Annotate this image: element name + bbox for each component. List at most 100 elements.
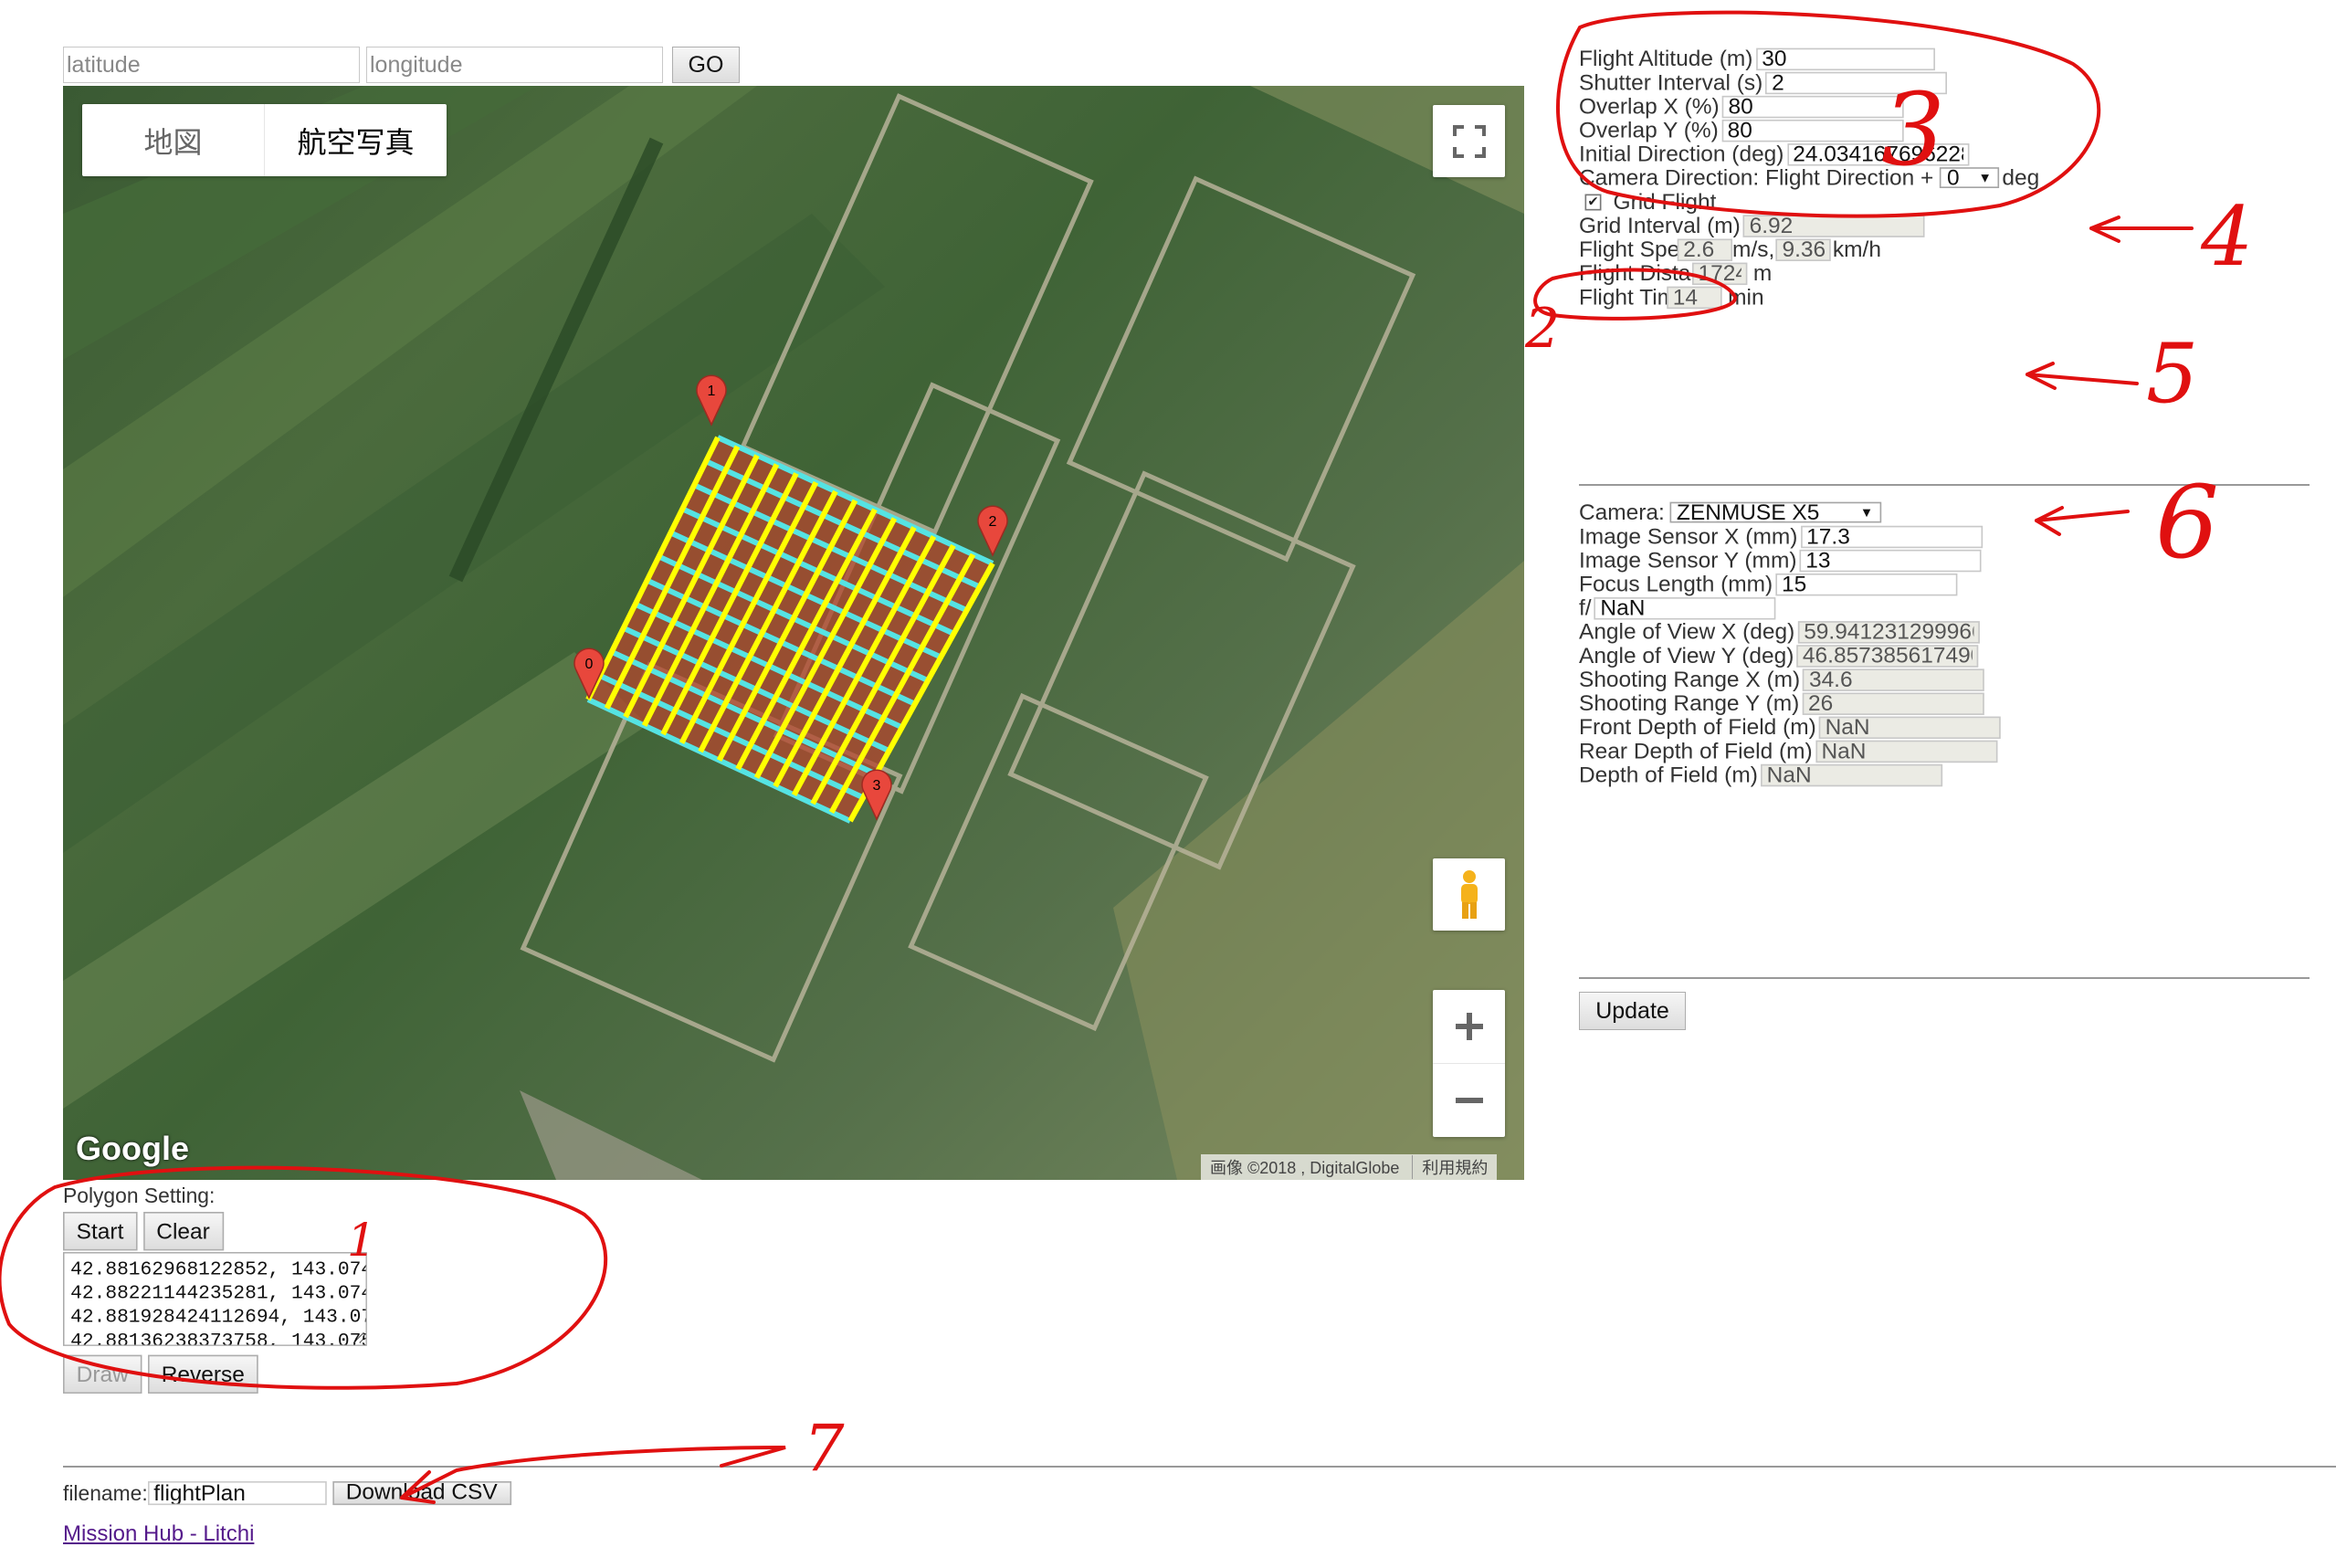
polygon-coords-textarea[interactable] (63, 1252, 367, 1346)
start-button[interactable]: Start (63, 1212, 138, 1251)
grid-interval-label: Grid Interval (m) (1579, 212, 1741, 238)
range-y-label: Shooting Range Y (m) (1579, 690, 1800, 716)
camera-label: Camera: (1579, 500, 1665, 525)
distance-label: Flight Distance (1579, 260, 1727, 286)
zoom-control (1433, 990, 1505, 1137)
f-label: f/ (1579, 595, 1592, 621)
shutter-label: Shutter Interval (s) (1579, 69, 1763, 96)
clear-button[interactable]: Clear (142, 1212, 224, 1251)
map-type-control: 地図 航空写真 (82, 104, 447, 176)
camera-select-value: ZENMUSE X5 (1676, 500, 1820, 525)
settings-panel: Flight Altitude (m) Shutter Interval (s)… (1579, 46, 2056, 310)
attribution-text: 画像 ©2018 , DigitalGlobe (1210, 1159, 1400, 1177)
distance-input (1692, 261, 1748, 285)
time-input (1667, 285, 1722, 309)
marker-3-label: 3 (873, 778, 881, 794)
fullscreen-icon (1452, 124, 1486, 158)
map-type-map[interactable]: 地図 (82, 104, 265, 176)
aov-y-label: Angle of View Y (deg) (1579, 642, 1794, 668)
grid-interval-input (1743, 214, 1926, 237)
latitude-input[interactable] (63, 47, 360, 83)
dropdown-arrow-icon: ▼ (1859, 504, 1874, 521)
altitude-label: Flight Altitude (m) (1579, 46, 1753, 71)
marker-0-label: 0 (585, 657, 594, 672)
aov-x-input (1797, 620, 1980, 643)
time-unit: min (1728, 284, 1764, 310)
direction-label: Initial Direction (deg) (1579, 141, 1784, 167)
sensor-x-input[interactable] (1800, 524, 1983, 548)
google-logo: Google (76, 1130, 189, 1167)
shutter-input[interactable] (1765, 70, 1948, 94)
f-input[interactable] (1594, 596, 1776, 619)
annotation-arrow-5 (2026, 362, 2139, 390)
camera-direction-value: 0 (1947, 164, 1960, 191)
range-x-label: Shooting Range X (m) (1579, 666, 1801, 692)
grid-flight-checkbox[interactable]: ✔ (1584, 193, 1602, 210)
marker-1-label: 1 (708, 384, 716, 399)
annotation-number-2: 2 (1524, 297, 1560, 361)
flight-grid-overlay (585, 435, 995, 824)
speed-ms-input (1677, 237, 1733, 261)
rear-dof-input (1815, 739, 1998, 763)
altitude-input[interactable] (1755, 47, 1935, 70)
overlap-y-input[interactable] (1721, 119, 1904, 142)
divider-right-2 (1579, 977, 2310, 979)
go-button[interactable]: GO (672, 47, 740, 83)
dof-input (1761, 763, 1943, 786)
grid-flight-label: Grid Flight (1613, 188, 1717, 215)
camera-direction-select[interactable]: 0 ▼ (1939, 164, 2000, 191)
draw-button[interactable]: Draw (63, 1354, 142, 1394)
minus-icon (1455, 1098, 1483, 1103)
filename-input[interactable] (147, 1481, 327, 1506)
camera-direction-unit: deg (2002, 164, 2040, 191)
dof-label: Depth of Field (m) (1579, 762, 1758, 788)
annotation-arrow-4 (2089, 216, 2194, 243)
marker-1[interactable]: 1 (695, 372, 728, 431)
divider-right-1 (1579, 484, 2310, 486)
speed-label: Flight Speed (1579, 237, 1705, 262)
sensor-y-input[interactable] (1799, 549, 1982, 572)
range-x-input (1803, 668, 1985, 691)
time-label: Flight Time (1579, 284, 1689, 310)
camera-select[interactable]: ZENMUSE X5 ▼ (1668, 500, 1881, 525)
annotation-number-7: 7 (804, 1411, 845, 1486)
mission-hub-link[interactable]: Mission Hub - Litchi (63, 1521, 254, 1547)
overlap-x-input[interactable] (1721, 95, 1905, 118)
zoom-in-button[interactable] (1433, 990, 1505, 1064)
filename-label: filename: (63, 1481, 148, 1506)
fullscreen-button[interactable] (1433, 105, 1505, 177)
marker-3[interactable]: 3 (860, 766, 893, 826)
update-button[interactable]: Update (1579, 992, 1686, 1030)
terms-link[interactable]: 利用規約 (1412, 1155, 1488, 1179)
front-dof-input (1819, 715, 2002, 739)
speed-kmh-unit: km/h (1832, 237, 1881, 262)
rear-dof-label: Rear Depth of Field (m) (1579, 738, 1813, 763)
longitude-input[interactable] (366, 47, 663, 83)
annotation-number-4: 4 (2200, 189, 2253, 285)
dropdown-arrow-icon: ▼ (1978, 170, 1992, 185)
export-row: filename: Download CSV (63, 1481, 511, 1506)
camera-direction-label: Camera Direction: Flight Direction + (1579, 164, 1934, 191)
distance-unit: m (1752, 260, 1773, 286)
marker-2[interactable]: 2 (976, 502, 1009, 562)
sensor-x-label: Image Sensor X (mm) (1579, 523, 1798, 550)
marker-0[interactable]: 0 (573, 645, 605, 704)
speed-ms-unit: m/s, (1732, 237, 1775, 262)
reverse-button[interactable]: Reverse (148, 1354, 258, 1394)
pegman-icon (1460, 869, 1478, 919)
aov-x-label: Angle of View X (deg) (1579, 618, 1795, 645)
map-type-satellite[interactable]: 航空写真 (265, 104, 447, 176)
sensor-y-label: Image Sensor Y (mm) (1579, 547, 1797, 574)
annotation-number-6: 6 (2155, 464, 2219, 581)
speed-kmh-input (1775, 237, 1832, 261)
overlap-y-label: Overlap Y (%) (1579, 117, 1719, 143)
overlap-x-label: Overlap X (%) (1579, 93, 1720, 120)
zoom-out-button[interactable] (1433, 1064, 1505, 1137)
map-view[interactable]: 0 1 2 3 地図 航空写真 Google 画像 ©2018 , Digita… (63, 86, 1524, 1180)
focus-input[interactable] (1775, 573, 1958, 595)
polygon-title: Polygon Setting: (63, 1184, 216, 1208)
direction-input[interactable] (1786, 142, 1969, 165)
divider-bottom (63, 1466, 2336, 1468)
street-view-button[interactable] (1433, 858, 1505, 931)
download-csv-button[interactable]: Download CSV (332, 1481, 511, 1506)
